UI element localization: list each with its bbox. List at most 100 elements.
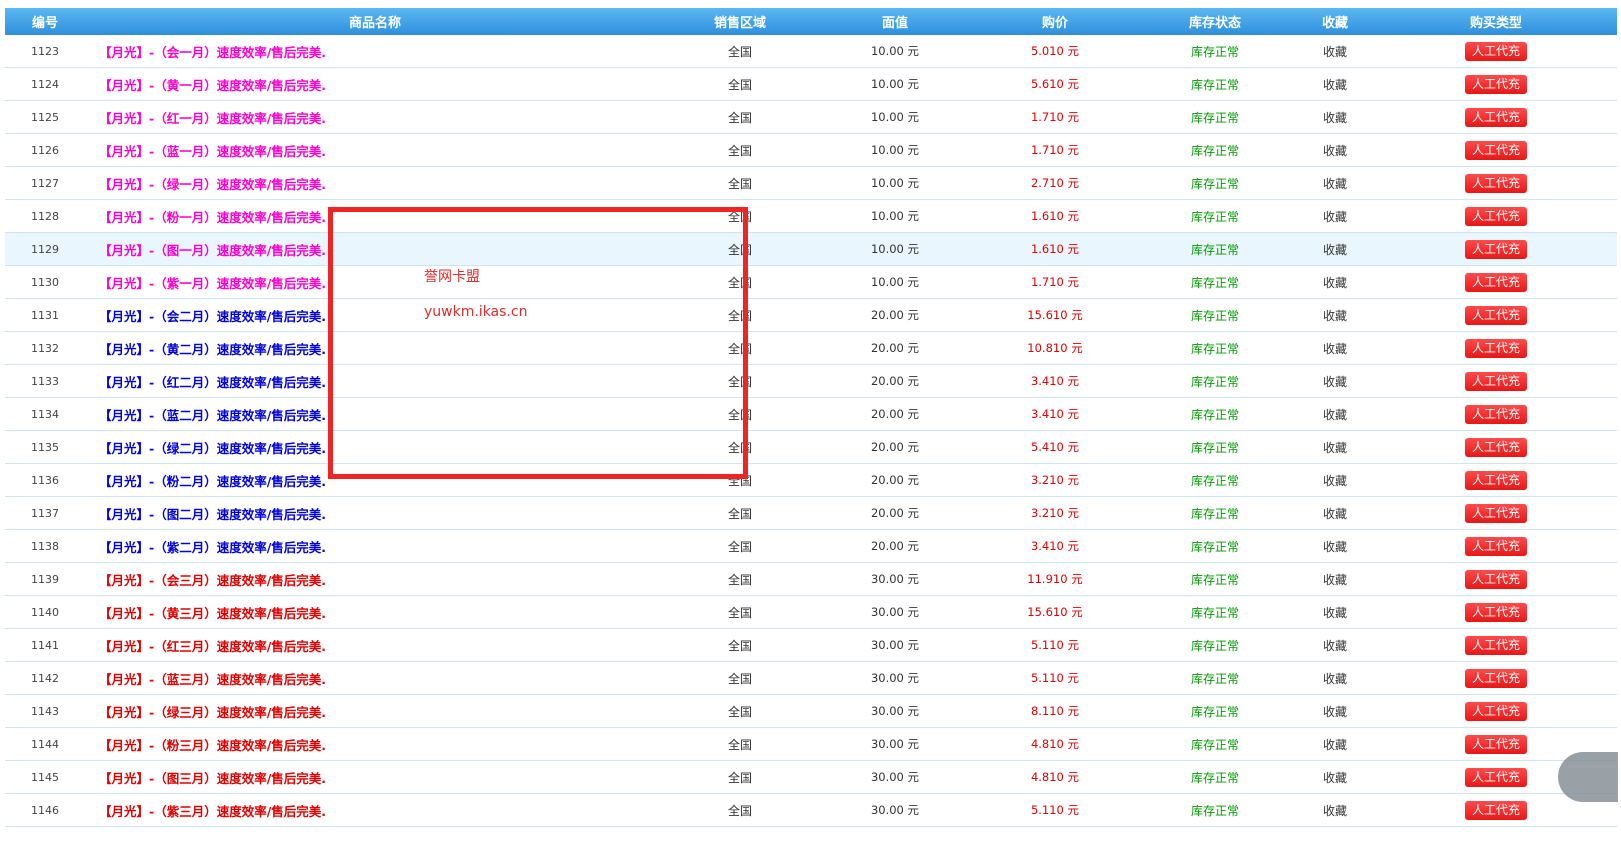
face-value: 10.00 元 <box>815 35 975 68</box>
product-id: 1123 <box>5 35 85 68</box>
product-name-link[interactable]: 【月光】-（绿二月）速度效率/售后完美. <box>85 430 665 464</box>
product-name-link[interactable]: 【月光】-（蓝三月）速度效率/售后完美. <box>85 661 665 695</box>
watermark-text-cn: 誉网卡盟 <box>424 269 480 285</box>
favorite-link[interactable]: 收藏 <box>1295 331 1375 365</box>
manual-recharge-button[interactable]: 人工代充 <box>1465 140 1527 160</box>
manual-recharge-button[interactable]: 人工代充 <box>1465 767 1527 787</box>
stock-status: 库存正常 <box>1135 298 1295 332</box>
favorite-link[interactable]: 收藏 <box>1295 628 1375 662</box>
manual-recharge-button[interactable]: 人工代充 <box>1465 800 1527 820</box>
manual-recharge-button[interactable]: 人工代充 <box>1465 734 1527 754</box>
manual-recharge-button[interactable]: 人工代充 <box>1465 272 1527 292</box>
favorite-link[interactable]: 收藏 <box>1295 133 1375 167</box>
stock-status: 库存正常 <box>1135 265 1295 299</box>
product-name-link[interactable]: 【月光】-（紫一月）速度效率/售后完美. <box>85 265 665 299</box>
product-name-link[interactable]: 【月光】-（图三月）速度效率/售后完美. <box>85 760 665 794</box>
table-row: 1146 【月光】-（紫三月）速度效率/售后完美. 全国 30.00 元 5.110 元… <box>5 793 1617 827</box>
product-id: 1136 <box>5 463 85 497</box>
favorite-link[interactable]: 收藏 <box>1295 364 1375 398</box>
manual-recharge-button[interactable]: 人工代充 <box>1465 668 1527 688</box>
purchase-price: 3.410 元 <box>975 364 1135 398</box>
favorite-link[interactable]: 收藏 <box>1295 199 1375 233</box>
product-name-link[interactable]: 【月光】-（红二月）速度效率/售后完美. <box>85 364 665 398</box>
product-name-link[interactable]: 【月光】-（蓝二月）速度效率/售后完美. <box>85 397 665 431</box>
product-name-link[interactable]: 【月光】-（粉三月）速度效率/售后完美. <box>85 727 665 761</box>
manual-recharge-button[interactable]: 人工代充 <box>1465 635 1527 655</box>
product-name-link[interactable]: 【月光】-（紫二月）速度效率/售后完美. <box>85 529 665 563</box>
sales-region: 全国 <box>665 265 815 299</box>
sales-region: 全国 <box>665 793 815 827</box>
stock-status: 库存正常 <box>1135 331 1295 365</box>
product-name-link[interactable]: 【月光】-（红三月）速度效率/售后完美. <box>85 628 665 662</box>
favorite-link[interactable]: 收藏 <box>1295 166 1375 200</box>
favorite-link[interactable]: 收藏 <box>1295 298 1375 332</box>
table-row: 1141 【月光】-（红三月）速度效率/售后完美. 全国 30.00 元 5.110 元… <box>5 628 1617 662</box>
manual-recharge-button[interactable]: 人工代充 <box>1465 569 1527 589</box>
manual-recharge-button[interactable]: 人工代充 <box>1465 701 1527 721</box>
favorite-link[interactable]: 收藏 <box>1295 430 1375 464</box>
buy-type-cell: 人工代充 <box>1375 100 1617 134</box>
purchase-price: 4.810 元 <box>975 727 1135 761</box>
favorite-link[interactable]: 收藏 <box>1295 529 1375 563</box>
manual-recharge-button[interactable]: 人工代充 <box>1465 107 1527 127</box>
product-name-link[interactable]: 【月光】-（会三月）速度效率/售后完美. <box>85 562 665 596</box>
product-name-link[interactable]: 【月光】-（蓝一月）速度效率/售后完美. <box>85 133 665 167</box>
purchase-price: 1.710 元 <box>975 100 1135 134</box>
favorite-link[interactable]: 收藏 <box>1295 232 1375 266</box>
buy-type-cell: 人工代充 <box>1375 694 1617 728</box>
favorite-link[interactable]: 收藏 <box>1295 694 1375 728</box>
floating-scroll-handle[interactable] <box>1558 752 1618 802</box>
favorite-link[interactable]: 收藏 <box>1295 463 1375 497</box>
manual-recharge-button[interactable]: 人工代充 <box>1465 74 1527 94</box>
favorite-link[interactable]: 收藏 <box>1295 760 1375 794</box>
manual-recharge-button[interactable]: 人工代充 <box>1465 239 1527 259</box>
favorite-link[interactable]: 收藏 <box>1295 265 1375 299</box>
manual-recharge-button[interactable]: 人工代充 <box>1465 305 1527 325</box>
product-name-link[interactable]: 【月光】-（紫三月）速度效率/售后完美. <box>85 793 665 827</box>
favorite-link[interactable]: 收藏 <box>1295 661 1375 695</box>
manual-recharge-button[interactable]: 人工代充 <box>1465 437 1527 457</box>
stock-status: 库存正常 <box>1135 496 1295 530</box>
product-name-link[interactable]: 【月光】-（粉二月）速度效率/售后完美. <box>85 463 665 497</box>
face-value: 10.00 元 <box>815 166 975 200</box>
product-name-link[interactable]: 【月光】-（图一月）速度效率/售后完美. <box>85 232 665 266</box>
favorite-link[interactable]: 收藏 <box>1295 67 1375 101</box>
favorite-link[interactable]: 收藏 <box>1295 35 1375 68</box>
stock-status: 库存正常 <box>1135 35 1295 68</box>
product-name-link[interactable]: 【月光】-（绿一月）速度效率/售后完美. <box>85 166 665 200</box>
favorite-link[interactable]: 收藏 <box>1295 100 1375 134</box>
sales-region: 全国 <box>665 463 815 497</box>
product-name-link[interactable]: 【月光】-（绿三月）速度效率/售后完美. <box>85 694 665 728</box>
manual-recharge-button[interactable]: 人工代充 <box>1465 206 1527 226</box>
manual-recharge-button[interactable]: 人工代充 <box>1465 536 1527 556</box>
favorite-link[interactable]: 收藏 <box>1295 562 1375 596</box>
favorite-link[interactable]: 收藏 <box>1295 727 1375 761</box>
favorite-link[interactable]: 收藏 <box>1295 397 1375 431</box>
buy-type-cell: 人工代充 <box>1375 364 1617 398</box>
product-name-link[interactable]: 【月光】-（会二月）速度效率/售后完美. <box>85 298 665 332</box>
favorite-link[interactable]: 收藏 <box>1295 496 1375 530</box>
product-name-link[interactable]: 【月光】-（黄三月）速度效率/售后完美. <box>85 595 665 629</box>
buy-type-cell: 人工代充 <box>1375 331 1617 365</box>
manual-recharge-button[interactable]: 人工代充 <box>1465 338 1527 358</box>
manual-recharge-button[interactable]: 人工代充 <box>1465 503 1527 523</box>
manual-recharge-button[interactable]: 人工代充 <box>1465 41 1527 61</box>
buy-type-cell: 人工代充 <box>1375 661 1617 695</box>
stock-status: 库存正常 <box>1135 628 1295 662</box>
manual-recharge-button[interactable]: 人工代充 <box>1465 404 1527 424</box>
product-name-link[interactable]: 【月光】-（黄二月）速度效率/售后完美. <box>85 331 665 365</box>
manual-recharge-button[interactable]: 人工代充 <box>1465 173 1527 193</box>
manual-recharge-button[interactable]: 人工代充 <box>1465 602 1527 622</box>
product-name-link[interactable]: 【月光】-（会一月）速度效率/售后完美. <box>85 35 665 68</box>
purchase-price: 4.810 元 <box>975 760 1135 794</box>
manual-recharge-button[interactable]: 人工代充 <box>1465 371 1527 391</box>
product-id: 1125 <box>5 100 85 134</box>
product-name-link[interactable]: 【月光】-（图二月）速度效率/售后完美. <box>85 496 665 530</box>
favorite-link[interactable]: 收藏 <box>1295 793 1375 827</box>
favorite-link[interactable]: 收藏 <box>1295 595 1375 629</box>
product-name-link[interactable]: 【月光】-（黄一月）速度效率/售后完美. <box>85 67 665 101</box>
product-name-link[interactable]: 【月光】-（红一月）速度效率/售后完美. <box>85 100 665 134</box>
product-name-link[interactable]: 【月光】-（粉一月）速度效率/售后完美. <box>85 199 665 233</box>
product-id: 1137 <box>5 496 85 530</box>
manual-recharge-button[interactable]: 人工代充 <box>1465 470 1527 490</box>
